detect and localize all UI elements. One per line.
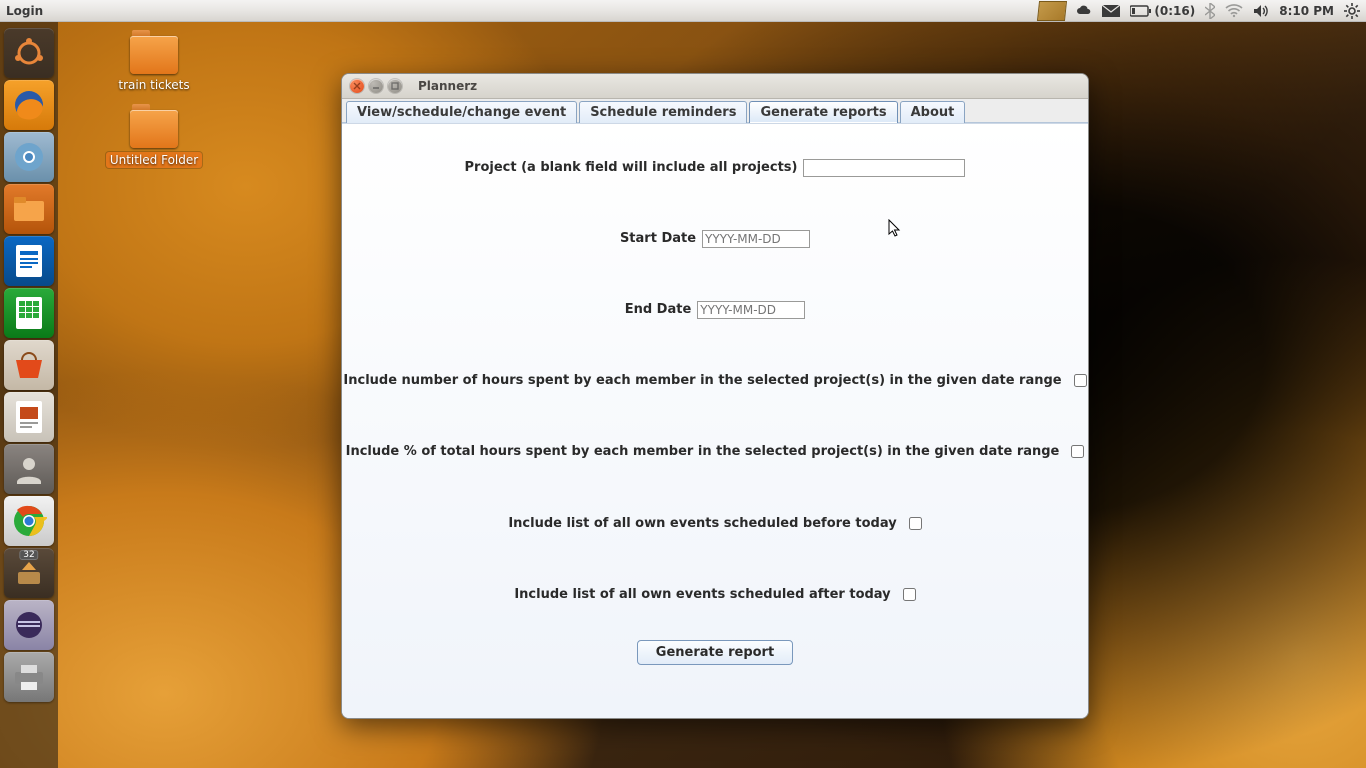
- tab-generate-reports[interactable]: Generate reports: [749, 101, 897, 123]
- tab-about[interactable]: About: [900, 101, 966, 123]
- system-tray: (0:16) 8:10 PM: [1038, 1, 1366, 21]
- window-close-button[interactable]: [350, 79, 364, 93]
- end-date-row: End Date: [342, 274, 1088, 345]
- project-row: Project (a blank field will include all …: [342, 132, 1088, 203]
- include-after-row: Include list of all own events scheduled…: [342, 559, 1088, 630]
- cloud-sync-icon[interactable]: [1076, 4, 1092, 18]
- files-icon[interactable]: [4, 184, 54, 234]
- mail-icon[interactable]: [1102, 5, 1120, 17]
- printer-icon[interactable]: [4, 652, 54, 702]
- desktop-folder-train-tickets[interactable]: train tickets: [104, 36, 204, 92]
- battery-indicator[interactable]: (0:16): [1130, 4, 1195, 18]
- indicator-unknown-icon[interactable]: [1038, 1, 1066, 21]
- include-after-label: Include list of all own events scheduled…: [514, 587, 890, 602]
- include-hours-label: Include number of hours spent by each me…: [343, 373, 1061, 388]
- window-titlebar[interactable]: Plannerz: [342, 74, 1088, 99]
- folder-icon: [130, 36, 178, 74]
- libreoffice-calc-icon[interactable]: [4, 288, 54, 338]
- desktop-icon-label: Untitled Folder: [106, 152, 202, 168]
- window-maximize-button[interactable]: [388, 79, 402, 93]
- include-pct-checkbox[interactable]: [1071, 445, 1084, 458]
- include-hours-checkbox[interactable]: [1074, 374, 1087, 387]
- battery-time: (0:16): [1154, 4, 1195, 18]
- tab-schedule-reminders[interactable]: Schedule reminders: [579, 101, 747, 123]
- desktop-icon-label: train tickets: [118, 78, 189, 92]
- eclipse-icon[interactable]: [4, 600, 54, 650]
- include-after-checkbox[interactable]: [903, 588, 916, 601]
- end-date-label: End Date: [625, 302, 692, 317]
- software-center-icon[interactable]: [4, 340, 54, 390]
- include-pct-row: Include % of total hours spent by each m…: [342, 416, 1088, 487]
- panel-title: Login: [6, 4, 43, 18]
- include-hours-row: Include number of hours spent by each me…: [342, 345, 1088, 416]
- session-gear-icon[interactable]: [1344, 3, 1360, 19]
- firefox-icon[interactable]: [4, 80, 54, 130]
- start-date-input[interactable]: [702, 230, 810, 248]
- window-title: Plannerz: [418, 79, 477, 93]
- include-before-label: Include list of all own events scheduled…: [508, 516, 896, 531]
- include-before-checkbox[interactable]: [909, 517, 922, 530]
- bluetooth-icon[interactable]: [1205, 3, 1215, 19]
- contacts-icon[interactable]: [4, 444, 54, 494]
- software-updater-icon[interactable]: 32: [4, 548, 54, 598]
- dash-home-icon[interactable]: [4, 28, 54, 78]
- generate-reports-pane: Project (a blank field will include all …: [342, 123, 1088, 718]
- project-input[interactable]: [803, 159, 965, 177]
- chromium-icon[interactable]: [4, 132, 54, 182]
- app-window-plannerz: Plannerz View/schedule/change event Sche…: [341, 73, 1089, 719]
- window-minimize-button[interactable]: [369, 79, 383, 93]
- clock[interactable]: 8:10 PM: [1279, 4, 1334, 18]
- desktop-folder-untitled[interactable]: Untitled Folder: [104, 110, 204, 168]
- libreoffice-writer-icon[interactable]: [4, 236, 54, 286]
- include-pct-label: Include % of total hours spent by each m…: [346, 444, 1060, 459]
- top-panel: Login (0:16) 8:10 PM: [0, 0, 1366, 22]
- include-before-row: Include list of all own events scheduled…: [342, 488, 1088, 559]
- project-label: Project (a blank field will include all …: [465, 160, 798, 175]
- google-chrome-icon[interactable]: [4, 496, 54, 546]
- action-row: Generate report: [342, 630, 1088, 718]
- tab-view-schedule-change[interactable]: View/schedule/change event: [346, 101, 577, 123]
- start-date-label: Start Date: [620, 231, 696, 246]
- start-date-row: Start Date: [342, 203, 1088, 274]
- update-count-badge: 32: [19, 550, 38, 560]
- tab-bar: View/schedule/change event Schedule remi…: [342, 99, 1088, 123]
- unity-launcher: 32: [0, 22, 58, 768]
- wifi-icon[interactable]: [1225, 4, 1243, 18]
- end-date-input[interactable]: [697, 301, 805, 319]
- volume-icon[interactable]: [1253, 4, 1269, 18]
- folder-icon: [130, 110, 178, 148]
- libreoffice-impress-icon[interactable]: [4, 392, 54, 442]
- generate-report-button[interactable]: Generate report: [637, 640, 793, 665]
